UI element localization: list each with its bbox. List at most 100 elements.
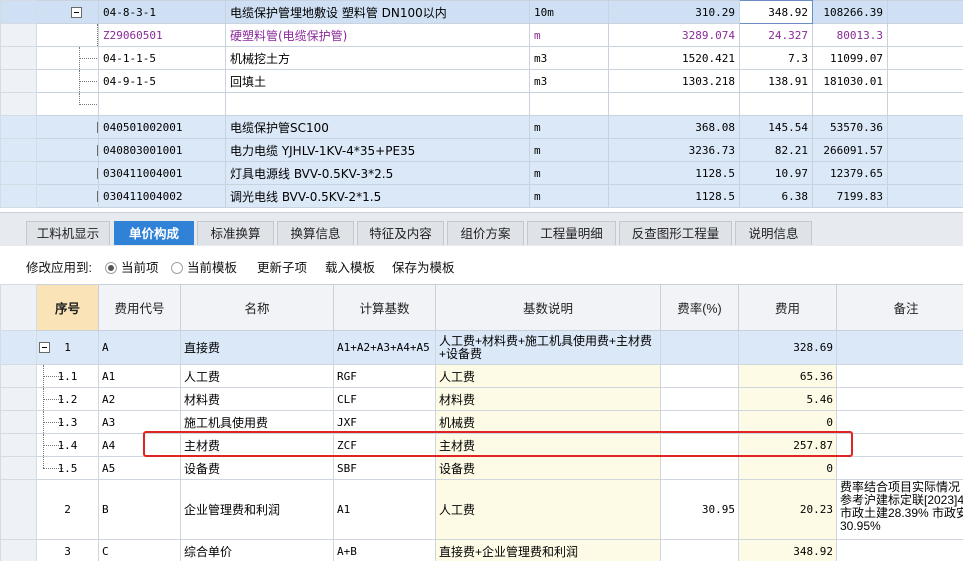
tab-reverse-graphic-quantity[interactable]: 反查图形工程量 bbox=[619, 221, 732, 245]
load-template-button[interactable]: 载入模板 bbox=[325, 257, 375, 276]
expand-icon[interactable] bbox=[97, 191, 98, 202]
fee-name[interactable]: 企业管理费和利润 bbox=[180, 479, 334, 540]
fee-rate[interactable] bbox=[660, 387, 739, 411]
fee-remark[interactable] bbox=[836, 364, 963, 388]
fee-base[interactable]: A+B bbox=[333, 539, 436, 561]
item-unit: m3 bbox=[529, 46, 609, 70]
table-row[interactable]: 2 B 企业管理费和利润 A1 人工费 30.95 20.23 费率结合项目实际… bbox=[0, 479, 963, 540]
item-price: 7.3 bbox=[739, 46, 813, 70]
table-row[interactable]: 12 040803001001 电力电缆 YJHLV-1KV-4*35+PE35… bbox=[0, 138, 963, 162]
fee-name[interactable]: 人工费 bbox=[180, 364, 334, 388]
fee-amount: 328.69 bbox=[738, 330, 837, 365]
tab-unit-price-composition[interactable]: 单价构成 bbox=[114, 221, 194, 245]
item-code: Z29060501 bbox=[98, 23, 226, 47]
fee-base[interactable]: RGF bbox=[333, 364, 436, 388]
tab-standard-conversion[interactable]: 标准换算 bbox=[197, 221, 274, 245]
expand-icon[interactable] bbox=[97, 168, 98, 179]
fee-base[interactable]: A1+A2+A3+A4+A5 bbox=[333, 330, 436, 365]
item-code: 040803001001 bbox=[98, 138, 226, 162]
update-children-button[interactable]: 更新子项 bbox=[257, 257, 307, 276]
fee-remark[interactable] bbox=[836, 410, 963, 434]
tab-labor-material-machine[interactable]: 工料机显示 bbox=[26, 221, 110, 245]
fee-remark[interactable] bbox=[836, 330, 963, 365]
table-row[interactable]: 14 030411004002 调光电线 BVV-0.5KV-2*1.5 m 1… bbox=[0, 184, 963, 208]
tab-conversion-info[interactable]: 换算信息 bbox=[277, 221, 354, 245]
fee-base[interactable]: ZCF bbox=[333, 433, 436, 457]
fee-rate[interactable] bbox=[660, 539, 739, 561]
table-row[interactable]: 11 040501002001 电缆保护管SC100 m 368.08 145.… bbox=[0, 115, 963, 139]
item-total: 11099.07 bbox=[812, 46, 888, 70]
fee-name[interactable]: 主材费 bbox=[180, 433, 334, 457]
fee-remark[interactable] bbox=[836, 433, 963, 457]
radio-current-item[interactable]: 当前项 bbox=[105, 257, 159, 276]
col-header-code[interactable]: 费用代号 bbox=[98, 284, 181, 331]
table-row[interactable]: 1.2 A2 材料费 CLF 材料费 5.46 bbox=[0, 387, 963, 411]
table-row[interactable]: 1.3 A3 施工机具使用费 JXF 机械费 0 bbox=[0, 410, 963, 434]
col-header-desc[interactable]: 基数说明 bbox=[435, 284, 661, 331]
fee-desc: 人工费 bbox=[435, 364, 661, 388]
collapse-icon[interactable] bbox=[71, 7, 82, 18]
fee-name[interactable]: 材料费 bbox=[180, 387, 334, 411]
tab-description-info[interactable]: 说明信息 bbox=[735, 221, 812, 245]
col-header-base[interactable]: 计算基数 bbox=[333, 284, 436, 331]
item-code: 04-1-1-5 bbox=[98, 46, 226, 70]
fee-rate[interactable]: 30.95 bbox=[660, 479, 739, 540]
fee-remark[interactable] bbox=[836, 539, 963, 561]
fee-rate[interactable] bbox=[660, 433, 739, 457]
fee-name[interactable]: 设备费 bbox=[180, 456, 334, 480]
col-header-remark[interactable]: 备注 bbox=[836, 284, 963, 331]
fee-remark[interactable] bbox=[836, 387, 963, 411]
item-qty: 3236.73 bbox=[608, 138, 740, 162]
fee-base[interactable]: JXF bbox=[333, 410, 436, 434]
fee-code: A5 bbox=[98, 456, 181, 480]
table-row[interactable]: 1.1 A1 人工费 RGF 人工费 65.36 bbox=[0, 364, 963, 388]
item-unit: 10m bbox=[529, 0, 609, 24]
item-qty: 310.29 bbox=[608, 0, 740, 24]
fee-name[interactable]: 综合单价 bbox=[180, 539, 334, 561]
table-row[interactable]: 3 C 综合单价 A+B 直接费+企业管理费和利润 348.92 bbox=[0, 539, 963, 561]
item-price[interactable]: 348.92 bbox=[739, 0, 813, 24]
fee-name[interactable]: 施工机具使用费 bbox=[180, 410, 334, 434]
expand-icon[interactable] bbox=[97, 122, 98, 133]
fee-base[interactable]: A1 bbox=[333, 479, 436, 540]
table-row[interactable]: 1.5 A5 设备费 SBF 设备费 0 bbox=[0, 456, 963, 480]
collapse-icon[interactable] bbox=[39, 342, 50, 353]
table-row[interactable]: 1.4 A4 主材费 ZCF 主材费 257.87 bbox=[0, 433, 963, 457]
fee-base[interactable]: SBF bbox=[333, 456, 436, 480]
item-name: 机械挖土方 bbox=[225, 46, 530, 70]
item-price: 24.327 bbox=[739, 23, 813, 47]
item-extra: 2 bbox=[887, 138, 963, 162]
item-price: 6.38 bbox=[739, 184, 813, 208]
col-header-fee[interactable]: 费用 bbox=[738, 284, 837, 331]
expand-icon[interactable] bbox=[97, 145, 98, 156]
item-qty: 3289.074 bbox=[608, 23, 740, 47]
col-header-name[interactable]: 名称 bbox=[180, 284, 334, 331]
tab-pricing-scheme[interactable]: 组价方案 bbox=[447, 221, 524, 245]
table-row[interactable] bbox=[0, 92, 963, 116]
fee-remark[interactable] bbox=[836, 456, 963, 480]
fee-code: A bbox=[98, 330, 181, 365]
table-row[interactable]: 1 A 直接费 A1+A2+A3+A4+A5 人工费+材料费+施工机具使用费+主… bbox=[0, 330, 963, 365]
item-code: 030411004001 bbox=[98, 161, 226, 185]
table-row[interactable]: 04-1-1-5 机械挖土方 m3 1520.421 7.3 11099.07 bbox=[0, 46, 963, 70]
tab-features-content[interactable]: 特征及内容 bbox=[357, 221, 444, 245]
fee-desc: 主材费 bbox=[435, 433, 661, 457]
table-row[interactable]: 04-9-1-5 回填土 m3 1303.218 138.91 181030.0… bbox=[0, 69, 963, 93]
col-header-seq[interactable]: 序号 bbox=[36, 284, 99, 331]
fee-name[interactable]: 直接费 bbox=[180, 330, 334, 365]
fee-remark[interactable]: 费率结合项目实际情况 参考沪建标定联[2023]4 市政土建28.39% 市政安 30… bbox=[836, 479, 963, 540]
fee-base[interactable]: CLF bbox=[333, 387, 436, 411]
fee-rate[interactable] bbox=[660, 330, 739, 365]
radio-current-template[interactable]: 当前模板 bbox=[171, 257, 237, 276]
fee-rate[interactable] bbox=[660, 364, 739, 388]
apply-to-label: 修改应用到: bbox=[26, 261, 92, 275]
item-price: 82.21 bbox=[739, 138, 813, 162]
table-row[interactable]: 13 030411004001 灯具电源线 BVV-0.5KV-3*2.5 m … bbox=[0, 161, 963, 185]
table-row[interactable]: Z29060501 硬塑料管(电缆保护管) m 3289.074 24.327 … bbox=[0, 23, 963, 47]
col-header-rate[interactable]: 费率(%) bbox=[660, 284, 739, 331]
save-as-template-button[interactable]: 保存为模板 bbox=[392, 257, 455, 276]
fee-rate[interactable] bbox=[660, 456, 739, 480]
tab-quantity-details[interactable]: 工程量明细 bbox=[527, 221, 616, 245]
table-row[interactable]: 04-8-3-1 电缆保护管埋地敷设 塑料管 DN100以内 10m 310.2… bbox=[0, 0, 963, 24]
fee-rate[interactable] bbox=[660, 410, 739, 434]
